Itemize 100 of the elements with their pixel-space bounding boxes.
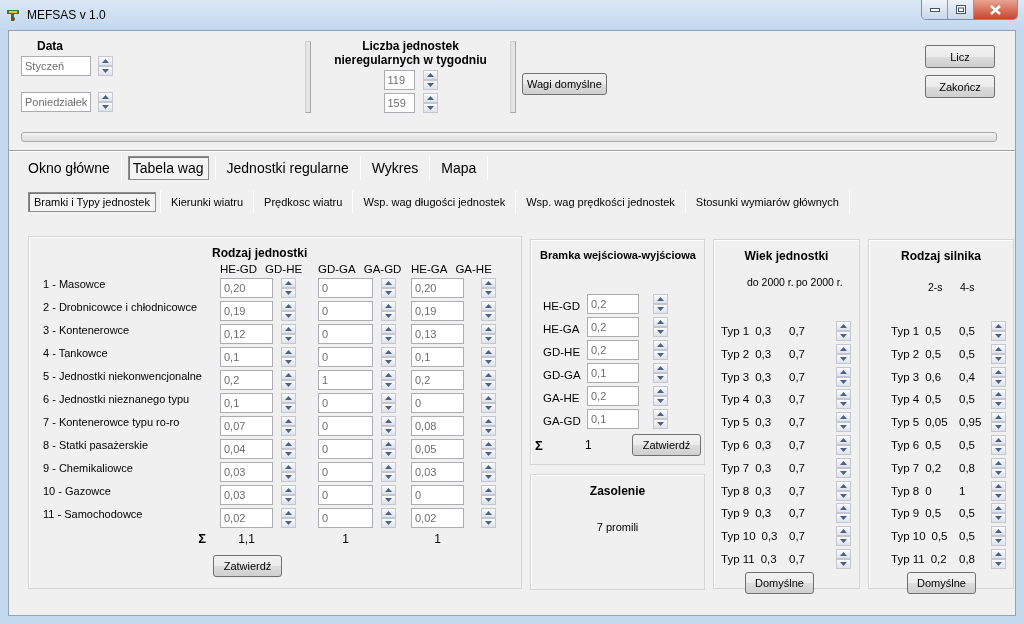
spin-down-button[interactable] [481,518,496,528]
default-weights-button[interactable]: Wagi domyślne [522,73,607,95]
spin-up-button[interactable] [381,439,396,449]
tab[interactable]: Mapa [436,156,482,180]
weight-field[interactable]: 0,1 [220,393,273,413]
weight-field[interactable]: 1 [318,370,373,390]
spin-up-button[interactable] [422,70,438,80]
compute-button[interactable]: Licz [925,45,995,68]
weight-field[interactable]: 0,19 [220,301,273,321]
spin-down-button[interactable] [991,513,1006,524]
spin-down-button[interactable] [381,357,396,367]
spin-up-button[interactable] [836,321,851,331]
weight-field[interactable]: 0,19 [411,301,464,321]
weight-field[interactable]: 0,2 [587,386,639,406]
spin-up-button[interactable] [836,480,851,491]
weight-field[interactable]: 0,02 [220,508,273,528]
spin-down-button[interactable] [991,331,1006,341]
spin-down-button[interactable] [481,334,496,344]
spin-up-button[interactable] [281,324,296,334]
subtab[interactable]: Wsp. wag długości jednostek [357,192,512,212]
weekday-field[interactable]: Poniedziałek [21,92,91,112]
spin-down-button[interactable] [381,380,396,390]
weight-field[interactable]: 0,2 [587,317,639,337]
spin-down-button[interactable] [836,353,851,364]
spin-up-button[interactable] [991,321,1006,331]
spin-up-button[interactable] [481,324,496,334]
spin-up-button[interactable] [481,508,496,518]
spin-up-button[interactable] [991,548,1006,559]
spin-up-button[interactable] [98,56,113,66]
weight-field[interactable]: 0,2 [220,370,273,390]
spin-down-button[interactable] [991,445,1006,455]
weight-field[interactable]: 0,07 [220,416,273,436]
spin-up-button[interactable] [653,409,668,419]
spin-down-button[interactable] [991,467,1006,478]
confirm-button[interactable]: Zatwierdź [213,555,282,577]
spin-down-button[interactable] [836,445,851,455]
spin-up-button[interactable] [991,412,1006,423]
spin-down-button[interactable] [991,399,1006,410]
subtab[interactable]: Kierunki wiatru [164,192,250,212]
spin-up-button[interactable] [381,393,396,403]
spin-down-button[interactable] [281,357,296,367]
spin-up-button[interactable] [281,393,296,403]
spin-up-button[interactable] [481,347,496,357]
spin-up-button[interactable] [481,485,496,495]
spin-up-button[interactable] [481,301,496,311]
defaults-button[interactable]: Domyślne [907,571,976,594]
spin-down-button[interactable] [653,327,668,337]
number-field[interactable]: 159 [383,93,415,113]
subtab[interactable]: Bramki i Typy jednostek [28,192,156,212]
spin-up-button[interactable] [836,343,851,354]
spin-up-button[interactable] [991,435,1006,445]
spin-down-button[interactable] [98,66,113,76]
spin-up-button[interactable] [281,485,296,495]
spin-down-button[interactable] [836,467,851,478]
spin-down-button[interactable] [481,472,496,482]
spin-up-button[interactable] [653,386,668,396]
weight-field[interactable]: 0 [318,393,373,413]
spin-up-button[interactable] [281,416,296,426]
spin-down-button[interactable] [481,288,496,298]
spin-up-button[interactable] [281,462,296,472]
spin-down-button[interactable] [481,403,496,413]
spin-down-button[interactable] [653,304,668,314]
weight-field[interactable]: 0,02 [411,508,464,528]
weight-field[interactable]: 0 [318,508,373,528]
weight-field[interactable]: 0,04 [220,439,273,459]
weight-field[interactable]: 0,05 [411,439,464,459]
spin-down-button[interactable] [836,513,851,524]
spin-down-button[interactable] [836,376,851,387]
subtab[interactable]: Prędkosc wiatru [258,192,349,212]
spin-down-button[interactable] [481,449,496,459]
confirm-button[interactable]: Zatwierdź [632,434,701,456]
spin-down-button[interactable] [481,311,496,321]
defaults-button[interactable]: Domyślne [745,571,814,594]
spin-up-button[interactable] [991,480,1006,491]
spin-up-button[interactable] [98,92,113,102]
weight-field[interactable]: 0 [318,462,373,482]
spin-up-button[interactable] [653,294,668,304]
spin-down-button[interactable] [653,373,668,383]
weight-field[interactable]: 0,03 [411,462,464,482]
weight-field[interactable]: 0,2 [587,294,639,314]
spin-up-button[interactable] [381,347,396,357]
spin-up-button[interactable] [381,301,396,311]
number-field[interactable]: 119 [383,70,415,90]
weight-field[interactable]: 0,2 [411,370,464,390]
spin-up-button[interactable] [281,370,296,380]
spin-up-button[interactable] [991,526,1006,537]
spin-down-button[interactable] [381,288,396,298]
spin-down-button[interactable] [381,449,396,459]
spin-down-button[interactable] [281,403,296,413]
spin-down-button[interactable] [481,380,496,390]
spin-up-button[interactable] [381,485,396,495]
spin-down-button[interactable] [281,311,296,321]
spin-down-button[interactable] [836,558,851,569]
spin-up-button[interactable] [381,324,396,334]
weight-field[interactable]: 0 [318,324,373,344]
spin-down-button[interactable] [281,380,296,390]
spin-down-button[interactable] [281,426,296,436]
spin-down-button[interactable] [422,103,438,113]
spin-up-button[interactable] [653,363,668,373]
weight-field[interactable]: 0 [318,485,373,505]
